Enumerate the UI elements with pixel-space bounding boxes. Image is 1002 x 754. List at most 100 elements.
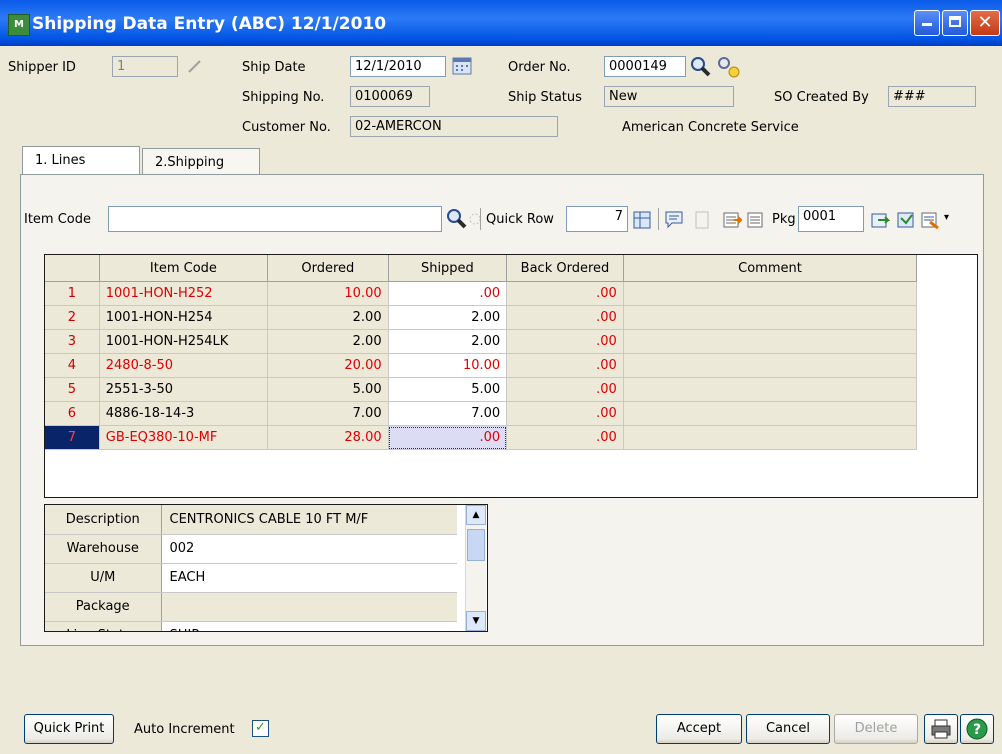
- table-row[interactable]: 1 1001-HON-H252 10.00.00.00: [45, 281, 977, 306]
- go-to-row-icon[interactable]: [632, 210, 652, 230]
- quick-print-button[interactable]: Quick Print: [24, 714, 114, 744]
- detail-value[interactable]: [161, 592, 457, 622]
- help-icon: ?: [966, 718, 988, 740]
- insert-line-icon[interactable]: [722, 210, 744, 230]
- order-no-label: Order No.: [508, 60, 571, 75]
- comment-icon[interactable]: [664, 210, 684, 230]
- cell-item-code[interactable]: 2551-3-50: [99, 377, 269, 402]
- shipper-id-label: Shipper ID: [8, 60, 76, 75]
- cancel-button[interactable]: Cancel: [746, 714, 830, 744]
- cell-item-code[interactable]: 1001-HON-H254LK: [99, 329, 269, 354]
- cell-shipped[interactable]: .00: [388, 281, 508, 306]
- delete-button: Delete: [834, 714, 918, 744]
- close-icon: ✕: [977, 12, 993, 33]
- quick-row-input[interactable]: 7: [566, 206, 628, 232]
- search-icon[interactable]: [446, 208, 468, 230]
- auto-increment-checkbox[interactable]: ✓: [252, 720, 269, 737]
- cell-back-ordered[interactable]: .00: [506, 281, 624, 306]
- cell-shipped[interactable]: 2.00: [388, 305, 508, 330]
- minimize-button[interactable]: [914, 10, 940, 36]
- ship-date-field[interactable]: 12/1/2010: [350, 56, 446, 77]
- delete-line-icon[interactable]: [746, 210, 766, 230]
- pkg-input[interactable]: 0001: [798, 206, 864, 232]
- cell-item-code[interactable]: 1001-HON-H254: [99, 305, 269, 330]
- order-no-field[interactable]: 0000149: [604, 56, 686, 77]
- cell-item-code[interactable]: 2480-8-50: [99, 353, 269, 378]
- ship-date-label: Ship Date: [242, 60, 306, 75]
- ship-status-label: Ship Status: [508, 90, 582, 105]
- cell-comment[interactable]: [623, 401, 918, 426]
- cell-ordered[interactable]: 20.00: [267, 353, 389, 378]
- grid-filler-header: [916, 255, 977, 282]
- table-row[interactable]: 5 2551-3-50 5.00 5.00.00: [45, 377, 977, 402]
- table-row[interactable]: 3 1001-HON-H254LK 2.00 2.00.00: [45, 329, 977, 354]
- tab-shipping[interactable]: 2.Shipping: [142, 148, 260, 176]
- cell-ordered[interactable]: 7.00: [267, 401, 389, 426]
- table-row[interactable]: 4 2480-8-50 20.00 10.00.00: [45, 353, 977, 378]
- search-icon[interactable]: [690, 56, 712, 78]
- cell-back-ordered[interactable]: .00: [506, 353, 624, 378]
- maximize-button[interactable]: [942, 10, 968, 36]
- detail-scrollbar[interactable]: ▲ ▼: [465, 505, 486, 631]
- cell-comment[interactable]: [623, 329, 918, 354]
- column-header-ordered[interactable]: Ordered: [267, 255, 389, 282]
- detail-row: Line StatusSHIP: [45, 621, 457, 631]
- help-button[interactable]: ?: [960, 714, 994, 744]
- item-code-input[interactable]: [108, 206, 442, 232]
- cell-ordered[interactable]: 2.00: [267, 329, 389, 354]
- detail-value[interactable]: EACH: [161, 563, 457, 593]
- cell-shipped[interactable]: 2.00: [388, 329, 508, 354]
- cell-item-code[interactable]: GB-EQ380-10-MF: [99, 425, 269, 450]
- scroll-down-icon[interactable]: ▼: [466, 611, 486, 631]
- cell-comment[interactable]: [623, 425, 918, 450]
- chevron-down-icon[interactable]: ▾: [944, 212, 956, 228]
- edit-pencil-icon[interactable]: [186, 58, 202, 74]
- column-header-comment[interactable]: Comment: [623, 255, 918, 282]
- cell-comment[interactable]: [623, 353, 918, 378]
- column-header-back-ordered[interactable]: Back Ordered: [506, 255, 624, 282]
- cell-comment[interactable]: [623, 281, 918, 306]
- cell-back-ordered[interactable]: .00: [506, 425, 624, 450]
- cell-ordered[interactable]: 28.00: [267, 425, 389, 450]
- cell-back-ordered[interactable]: .00: [506, 329, 624, 354]
- title-bar[interactable]: M Shipping Data Entry (ABC) 12/1/2010 ✕: [0, 0, 1002, 46]
- column-header-shipped[interactable]: Shipped: [388, 255, 508, 282]
- printer-icon: [931, 719, 951, 739]
- table-row[interactable]: 2 1001-HON-H254 2.00 2.00.00: [45, 305, 977, 330]
- lookup-wand-icon[interactable]: [716, 56, 740, 78]
- package-icon[interactable]: [870, 210, 891, 230]
- cell-item-code[interactable]: 1001-HON-H252: [99, 281, 269, 306]
- cell-shipped[interactable]: 10.00: [388, 353, 508, 378]
- cell-shipped[interactable]: 5.00: [388, 377, 508, 402]
- cell-ordered[interactable]: 2.00: [267, 305, 389, 330]
- scroll-thumb[interactable]: [467, 529, 485, 561]
- cell-ordered[interactable]: 5.00: [267, 377, 389, 402]
- cell-comment[interactable]: [623, 377, 918, 402]
- scroll-up-icon[interactable]: ▲: [466, 505, 486, 525]
- accept-button[interactable]: Accept: [656, 714, 742, 744]
- detail-value[interactable]: CENTRONICS CABLE 10 FT M/F: [161, 505, 457, 535]
- blank-toggle-icon[interactable]: [692, 210, 712, 230]
- cell-comment[interactable]: [623, 305, 918, 330]
- cell-shipped[interactable]: 7.00: [388, 401, 508, 426]
- package-select-icon[interactable]: [896, 210, 916, 230]
- print-button[interactable]: [924, 714, 958, 744]
- table-row[interactable]: 6 4886-18-14-3 7.00 7.00.00: [45, 401, 977, 426]
- customize-icon[interactable]: [920, 210, 940, 230]
- detail-value[interactable]: SHIP: [161, 621, 457, 631]
- close-button[interactable]: ✕: [970, 10, 1000, 36]
- row-filler: [917, 378, 977, 402]
- cell-item-code[interactable]: 4886-18-14-3: [99, 401, 269, 426]
- calendar-icon[interactable]: [452, 56, 472, 76]
- cell-back-ordered[interactable]: .00: [506, 305, 624, 330]
- shipper-id-field[interactable]: 1: [112, 56, 178, 77]
- cell-back-ordered[interactable]: .00: [506, 401, 624, 426]
- cell-ordered[interactable]: 10.00: [267, 281, 389, 306]
- row-filler: [917, 330, 977, 354]
- table-row[interactable]: 7 GB-EQ380-10-MF 28.00.00.00: [45, 425, 977, 450]
- detail-value[interactable]: 002: [161, 534, 457, 564]
- cell-shipped[interactable]: .00: [388, 425, 508, 450]
- cell-back-ordered[interactable]: .00: [506, 377, 624, 402]
- tab-lines[interactable]: 1. Lines: [22, 146, 140, 176]
- column-header-item-code[interactable]: Item Code: [99, 255, 269, 282]
